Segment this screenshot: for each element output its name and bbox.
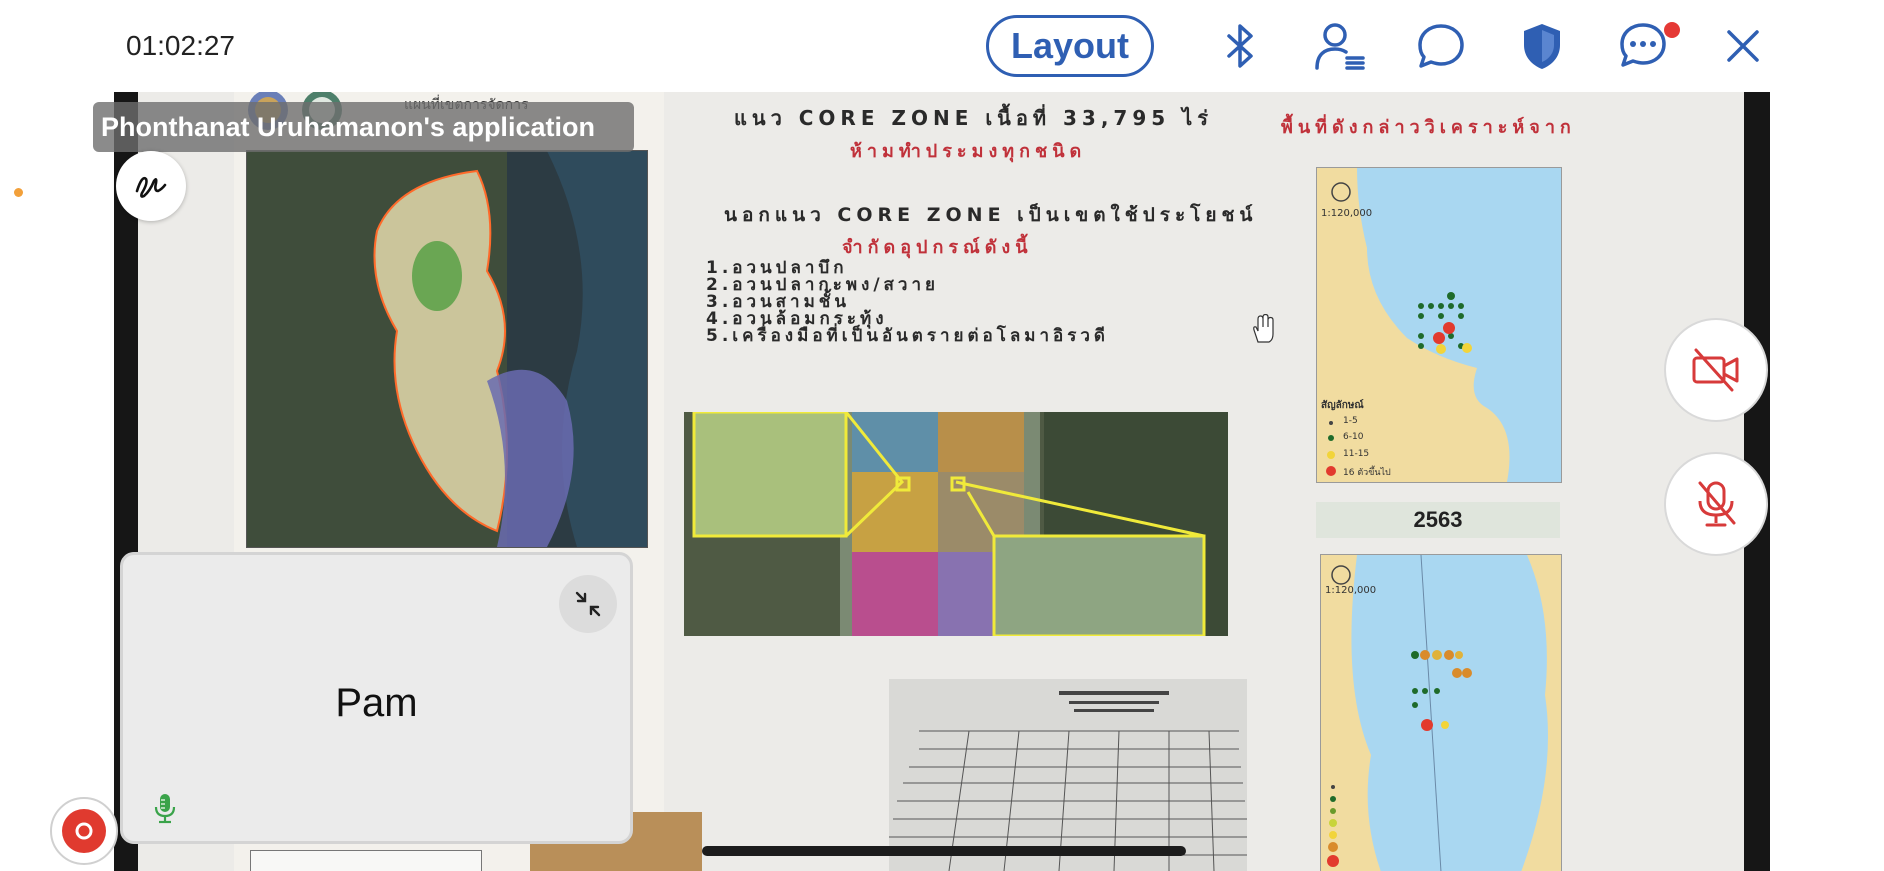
status-dot: [14, 188, 23, 197]
satellite-image: [246, 150, 648, 548]
participant-name: Pam: [335, 681, 418, 725]
shared-app-label: Phonthanat Uruhamanon's application: [93, 102, 634, 152]
legend-item: 16 ตัวขึ้นไป: [1343, 468, 1391, 478]
layout-button[interactable]: Layout: [986, 15, 1154, 77]
microphone-active-icon: [153, 792, 177, 828]
gear-list: 1.อวนปลาบึก 2.อวนปลากะพง/สวาย 3.อวนสามชั…: [706, 260, 1109, 345]
outside-core-zone-heading: นอกแนว CORE ZONE เป็นเขตใช้ประโยชน์: [724, 204, 1258, 226]
no-fishing-text: ห้ามทำประมงทุกชนิด: [850, 141, 1087, 162]
map-inset-bottom: [250, 850, 482, 871]
participants-icon[interactable]: [1312, 18, 1368, 74]
chat-icon[interactable]: [1413, 18, 1469, 74]
legend-item: 1-5: [1343, 416, 1358, 426]
map-scale: 1:120,000: [1321, 208, 1373, 219]
core-zone-heading: แนว CORE ZONE เนื้อที่ 33,795 ไร่: [734, 106, 1213, 130]
legend-item: 6-10: [1343, 432, 1364, 442]
lake-map-top: 1:120,000 สัญลักษณ์ 1-5 6-10 11-15 16 ตั…: [1316, 167, 1562, 483]
fishing-grid-image: [684, 412, 1228, 636]
microphone-muted-icon: [1698, 481, 1736, 527]
home-indicator[interactable]: [702, 846, 1186, 856]
security-shield-icon[interactable]: [1514, 18, 1570, 74]
video-muted-icon: [1692, 348, 1739, 392]
annotate-button[interactable]: [116, 151, 186, 221]
map-legend-title: สัญลักษณ์: [1321, 400, 1364, 411]
mute-button[interactable]: [1664, 452, 1768, 556]
more-options-icon[interactable]: [1615, 18, 1671, 74]
gear-list-item: 5.เครื่องมือที่เป็นอันตรายต่อโลมาอิรวดี: [706, 326, 1109, 346]
map-scale: 1:120,000: [1325, 585, 1377, 596]
analysis-source-heading: พื้นที่ดังกล่าววิเคราะห์จาก: [1281, 117, 1576, 138]
hand-pointer-icon: [1250, 313, 1276, 348]
year-label: 2563: [1316, 502, 1560, 538]
record-icon: [62, 809, 106, 853]
meeting-timer: 01:02:27: [126, 30, 235, 61]
lake-map-bottom: 1:120,000: [1320, 554, 1562, 871]
restricted-gear-heading: จำกัดอุปกรณ์ดังนี้: [842, 237, 1033, 258]
self-video-tile[interactable]: Pam: [120, 552, 633, 844]
document-photo: [889, 679, 1247, 871]
legend-item: 11-15: [1343, 449, 1370, 459]
bluetooth-icon[interactable]: [1213, 18, 1269, 74]
minimize-video-button[interactable]: [559, 575, 617, 633]
annotate-squiggle-icon: [135, 176, 167, 198]
notification-dot: [1664, 22, 1680, 38]
video-off-button[interactable]: [1664, 318, 1768, 422]
collapse-arrows-icon: [575, 591, 601, 617]
record-button[interactable]: [50, 797, 118, 865]
close-icon[interactable]: [1715, 18, 1771, 74]
